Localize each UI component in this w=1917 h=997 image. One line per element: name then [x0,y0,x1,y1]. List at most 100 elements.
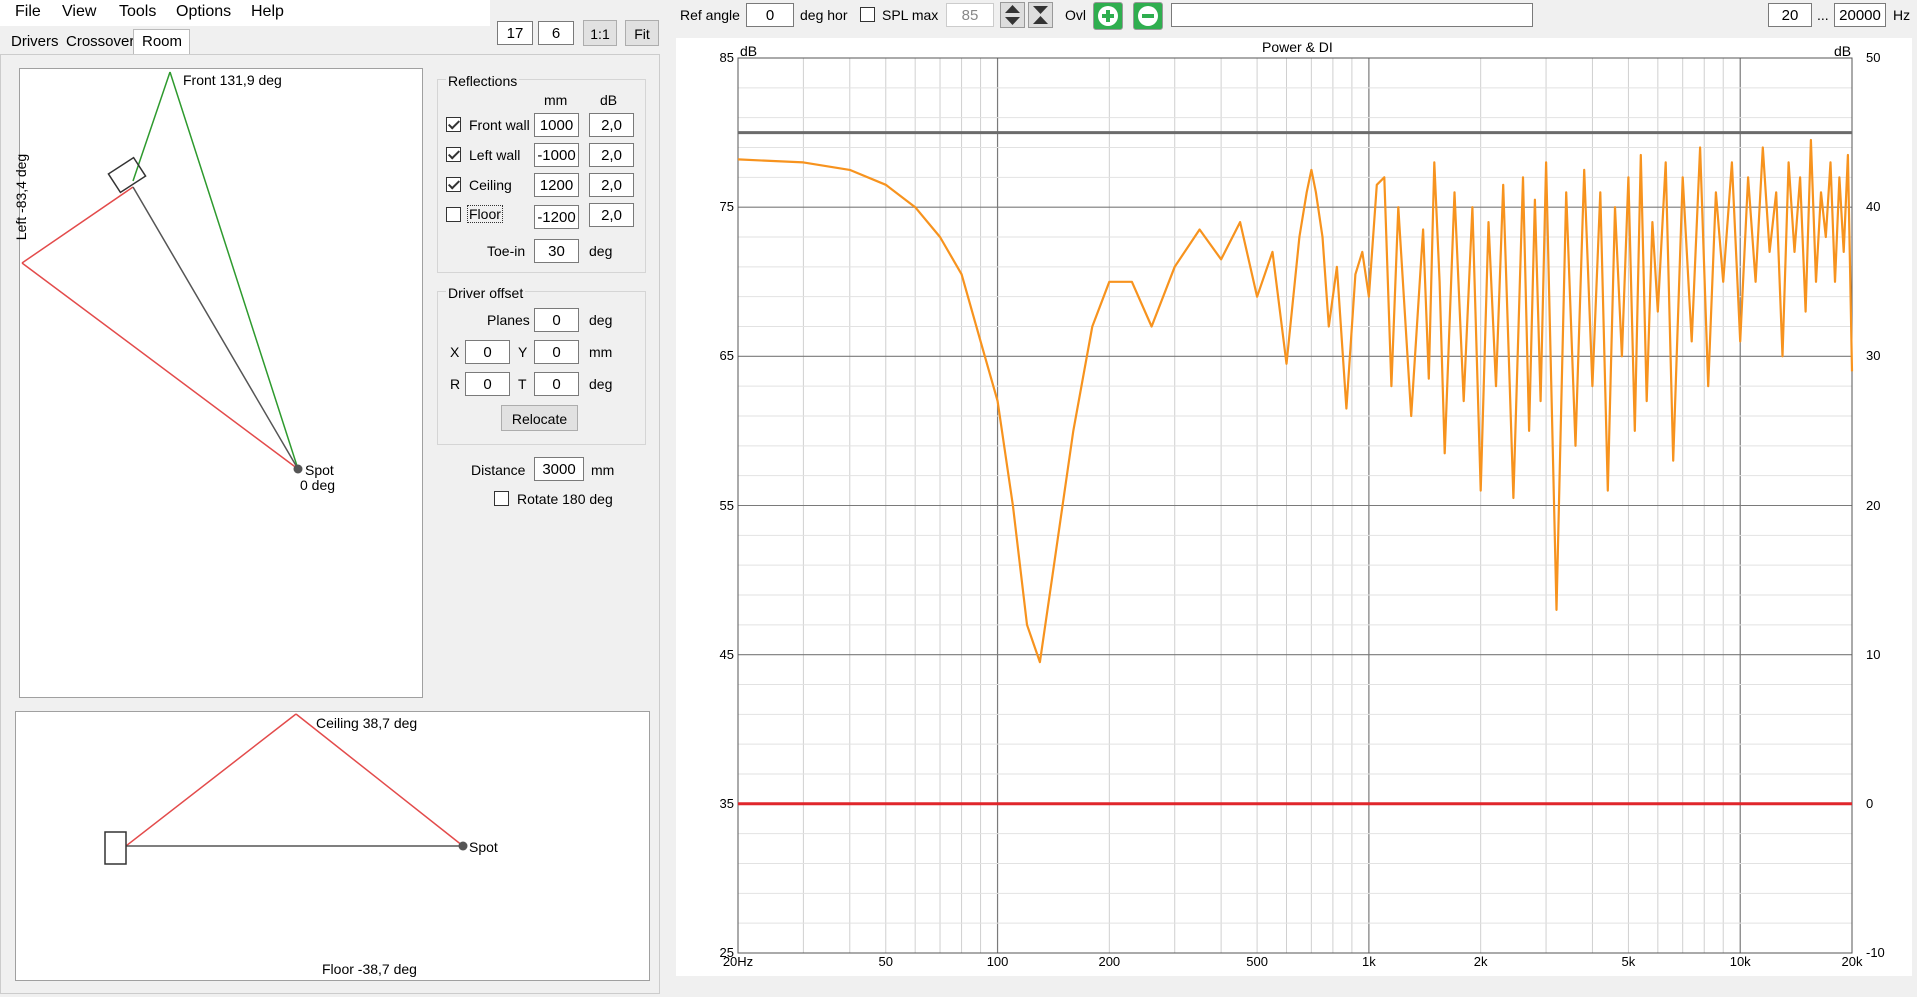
rotate-checkbox[interactable] [494,491,509,506]
collapse-range-icon[interactable] [1028,2,1053,28]
menu-help[interactable]: Help [251,3,284,21]
menu-tools[interactable]: Tools [119,3,156,21]
y-tick-label-left: 45 [719,646,734,662]
power-di-chart [737,57,1854,954]
add-overlay-icon[interactable] [1093,2,1123,30]
front-wall-checkbox[interactable] [446,117,461,132]
fit-button[interactable]: Fit [625,20,659,46]
x-input[interactable]: 0 [465,340,510,364]
spot-side-marker [458,841,468,851]
side-view[interactable]: Ceiling 38,7 deg Spot Floor -38,7 deg [15,711,650,981]
y-tick-label-right: 40 [1866,199,1881,215]
x-tick-label: 50 [878,954,893,969]
direct-line [132,186,299,470]
distance-input[interactable]: 3000 [534,457,584,481]
t-label: T [518,376,527,392]
floor-angle-label: Floor -38,7 deg [322,961,417,977]
reflections-title: Reflections [446,73,520,89]
driver-offset-title: Driver offset [446,285,526,301]
x-tick-label: 200 [1098,954,1121,969]
spot-side-label: Spot [469,839,498,855]
x-tick-label: 1k [1362,954,1376,969]
y-tick-label-left: 75 [719,199,734,215]
front-angle-label: Front 131,9 deg [183,72,282,88]
tab-room-label: Room [142,33,183,50]
x-tick-label: 100 [986,954,1009,969]
front-reflection-line [169,71,299,470]
front-wall-db-input[interactable]: 2,0 [589,113,634,137]
num-field-2[interactable]: 6 [538,21,574,45]
y-tick-label-left: 85 [719,50,734,65]
toein-label: Toe-in [487,243,526,259]
ceiling-mm-input[interactable]: 1200 [534,173,579,197]
one-to-one-button[interactable]: 1:1 [583,20,617,46]
distance-unit: mm [591,462,615,478]
y-tick-label-left: 55 [719,497,734,513]
front-wall-mm-input[interactable]: 1000 [534,113,579,137]
xy-unit: mm [589,344,613,360]
y-tick-label-right: 30 [1866,348,1881,364]
y-tick-label-right: 20 [1866,497,1881,513]
ceiling-checkbox[interactable] [446,177,461,192]
left-angle-label: Left -83,4 deg [13,153,30,241]
speaker-side-icon [104,831,127,865]
spl-max-checkbox[interactable] [860,7,875,22]
floor-checkbox[interactable] [446,207,461,222]
left-wall-mm-input[interactable]: -1000 [534,143,579,167]
rt-unit: deg [589,376,613,392]
spl-max-input[interactable]: 85 [946,3,994,27]
menu-bar: File View Tools Options Help [0,0,490,26]
planes-input[interactable]: 0 [534,308,579,332]
tab-room[interactable]: Room [133,29,190,54]
tab-crossover[interactable]: Crossover [66,33,134,50]
ref-angle-label: Ref angle [680,7,740,23]
y-input[interactable]: 0 [534,340,579,364]
floor-mm-input[interactable]: -1200 [534,205,579,229]
toein-input[interactable]: 30 [534,239,579,263]
series-line-0 [737,138,1854,664]
menu-file[interactable]: File [15,3,41,21]
remove-overlay-icon[interactable] [1133,2,1163,30]
t-input[interactable]: 0 [534,372,579,396]
x-tick-label: 10k [1729,954,1751,969]
y-tick-label-left: 65 [719,348,734,364]
speaker-icon [107,156,147,194]
top-plan-view[interactable]: Front 131,9 deg Left -83,4 deg Spot 0 de… [13,68,423,698]
planes-unit: deg [589,312,613,328]
x-tick-label: 5k [1621,954,1636,969]
ovl-label: Ovl [1065,7,1086,23]
tab-drivers[interactable]: Drivers [11,33,59,50]
y-label: Y [518,344,528,360]
num-field-1[interactable]: 17 [497,21,533,45]
y-tick-label-right: -10 [1866,945,1885,960]
x-label: X [450,344,460,360]
x-tick-label: 500 [1246,954,1268,969]
floor-label: Floor [467,205,503,223]
menu-options[interactable]: Options [176,3,231,21]
y-axis-left-label: dB [740,43,758,59]
freq-ellipsis: ... [1817,7,1829,23]
freq-min-input[interactable]: 20 [1768,3,1812,27]
left-reflection-line [21,262,299,470]
relocate-button[interactable]: Relocate [501,405,578,431]
spot-label: Spot [305,462,334,478]
floor-db-input[interactable]: 2,0 [589,203,634,227]
overlay-name-input[interactable] [1171,3,1533,27]
front-wall-label: Front wall [469,117,530,133]
menu-view[interactable]: View [62,3,96,21]
freq-max-input[interactable]: 20000 [1834,3,1886,27]
ceiling-db-input[interactable]: 2,0 [589,173,634,197]
rotate-label: Rotate 180 deg [517,491,613,507]
spot-deg-label: 0 deg [300,477,336,493]
r-label: R [450,376,461,392]
chart-title: Power & DI [1262,39,1333,55]
toein-unit: deg [589,243,613,259]
left-wall-checkbox[interactable] [446,147,461,162]
hz-label: Hz [1893,7,1911,23]
spin-up-down-icon[interactable] [1000,2,1025,28]
y-tick-label-right: 0 [1866,795,1874,811]
r-input[interactable]: 0 [465,372,510,396]
ref-angle-input[interactable]: 0 [746,3,794,27]
left-wall-db-input[interactable]: 2,0 [589,143,634,167]
distance-label: Distance [471,462,526,478]
